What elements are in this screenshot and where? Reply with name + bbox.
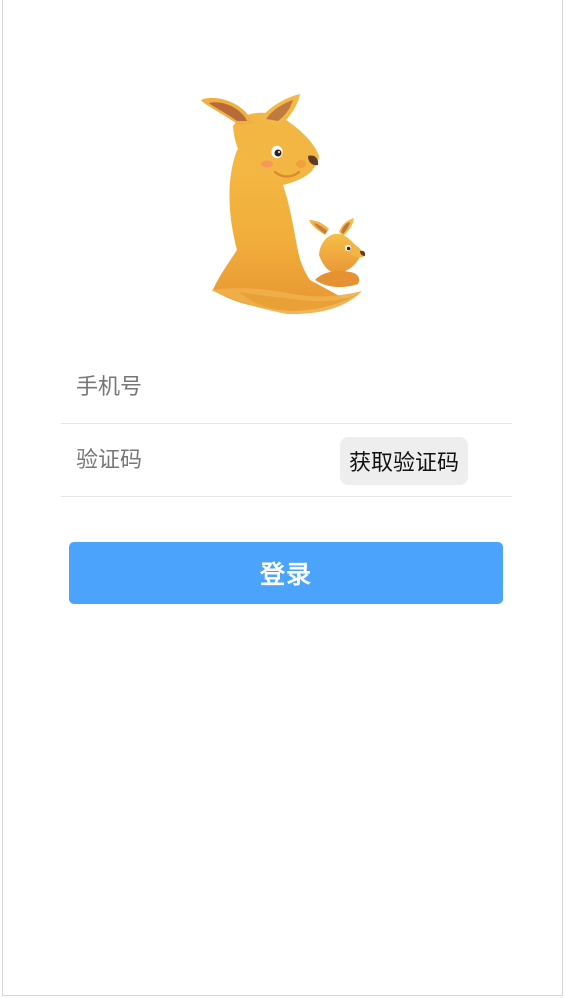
kangaroo-logo-icon bbox=[201, 94, 366, 315]
phone-row bbox=[61, 351, 512, 424]
login-form: 获取验证码 bbox=[61, 351, 512, 497]
get-verification-code-button[interactable]: 获取验证码 bbox=[339, 437, 468, 485]
logo bbox=[167, 70, 407, 315]
app-frame: 获取验证码 登录 bbox=[2, 0, 563, 996]
phone-input[interactable] bbox=[61, 351, 512, 423]
login-button[interactable]: 登录 bbox=[69, 542, 503, 604]
verification-code-row: 获取验证码 bbox=[61, 424, 512, 497]
